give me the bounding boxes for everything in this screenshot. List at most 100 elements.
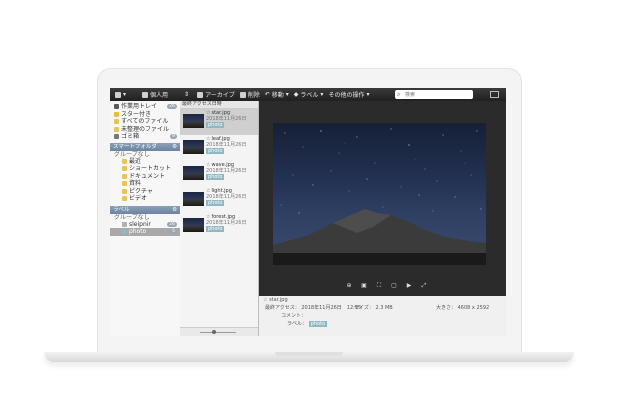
fit-icon[interactable]: ⛶ (375, 283, 383, 289)
sidebar-item-all-files[interactable]: すべてのファイル (110, 118, 180, 126)
sidebar-item-label-photo[interactable]: photo 5 (110, 228, 180, 236)
tag-icon (122, 221, 127, 227)
folder-icon (122, 158, 127, 164)
label-label: ラベル： (287, 321, 308, 327)
delete-button[interactable]: 削除 (239, 90, 260, 99)
folder-icon (122, 181, 127, 187)
image-viewer: ⊕ ▣ ⛶ ▢ ▶ ⤢ (259, 101, 506, 296)
file-info: ☆leaf.jpg 2018年11月26日 photo (206, 135, 246, 161)
sidebar-item-label: ピクチャ (129, 187, 153, 195)
move-label: 移動 (271, 92, 284, 99)
chevron-down-icon: ▾ (123, 91, 127, 98)
details-dims-row: 大きさ： 4608 x 2592 (436, 304, 489, 312)
file-item-light[interactable]: ☆light.jpg 2018年11月26日 photo (180, 187, 258, 213)
file-item-leaf[interactable]: ☆leaf.jpg 2018年11月26日 photo (180, 135, 258, 161)
zoom-slider-handle[interactable] (212, 330, 216, 334)
tag-icon (122, 229, 127, 235)
actual-size-icon[interactable]: ▣ (360, 283, 368, 289)
sidebar-item-unsorted[interactable]: 未整理のファイル (110, 126, 180, 134)
fullscreen-icon[interactable]: ⤢ (420, 283, 428, 289)
archive-label: アーカイブ (205, 92, 235, 99)
search-input[interactable] (403, 90, 473, 99)
sidebar-item-label: 未整理のファイル (121, 125, 170, 133)
gear-icon[interactable]: ⚙ (172, 206, 177, 214)
file-info: ☆star.jpg 2018年11月26日 photo (206, 109, 246, 135)
thumbnail (183, 192, 204, 206)
other-actions-label: その他の操作 (328, 92, 365, 99)
sidebar-item-label: 作業用トレイ (121, 103, 158, 110)
chevron-icon: ⇕ (184, 91, 190, 98)
file-item-forest[interactable]: ☆forest.jpg 2018年11月26日 photo (180, 213, 258, 239)
sidebar-item-label: photo (129, 228, 147, 235)
details-filename: star.jpg (269, 297, 288, 303)
file-item-star[interactable]: ☆star.jpg 2018年11月26日 photo (180, 109, 258, 135)
sidebar-item-video[interactable]: ビデオ (110, 195, 180, 203)
zoom-icon[interactable]: ⊕ (345, 283, 353, 289)
group-none-header: グループなし (114, 213, 150, 221)
move-button[interactable]: ↶ 移動 ▾ (265, 90, 289, 99)
sidebar-item-tray[interactable]: 作業用トレイ 26 (110, 103, 180, 111)
gear-icon[interactable]: ⚙ (172, 143, 177, 151)
file-list: 最終アクセス日時 ☆star.jpg 2018年11月26日 photo ☆le… (180, 101, 259, 336)
toolbar: ▾ 個人用 ⇕ アーカイブ 削除 ↶ 移動 ▾ ◆ ラベル ▾ その他の操作 ▾ (110, 88, 506, 101)
folder-icon (122, 196, 127, 202)
zoom-slider-track[interactable] (200, 332, 236, 333)
layout-toggle-icon[interactable] (490, 91, 499, 98)
starry-mountain-image (273, 128, 486, 265)
sidebar-item-label: sleipnir (129, 220, 151, 228)
sidebar: 作業用トレイ 26 スター付き すべてのファイル 未整理のファイル ゴミ箱 9 … (110, 101, 181, 336)
file-tag: photo (206, 174, 225, 180)
trash-icon (114, 134, 119, 140)
sidebar-item-label: ショートカット (129, 165, 172, 172)
access-value: 2018年11月26日 12:15 (301, 305, 362, 311)
label-header[interactable]: ラベル ⚙ (110, 205, 180, 214)
sidebar-item-label: すべてのファイル (121, 118, 169, 125)
sidebar-item-label: 最近 (129, 157, 142, 165)
file-tag: photo (206, 148, 225, 154)
archive-button[interactable]: アーカイブ (197, 90, 235, 99)
preview-image (273, 123, 486, 265)
sidebar-item-label-sleipnir[interactable]: sleipnir 26 (110, 221, 180, 229)
tray-icon (114, 104, 119, 110)
file-item-wave[interactable]: ☆wave.jpg 2018年11月26日 photo (180, 161, 258, 187)
thumbnail (183, 218, 204, 232)
other-actions-button[interactable]: その他の操作 ▾ (328, 90, 369, 99)
sidebar-item-recent[interactable]: 最近 (110, 158, 180, 166)
delete-label: 削除 (247, 92, 260, 99)
star-icon[interactable]: ☆ (263, 297, 267, 303)
folder-icon (122, 166, 127, 172)
archive-icon (197, 91, 204, 98)
workspace-icon (142, 91, 149, 98)
label-tag[interactable]: photo (308, 321, 328, 327)
sidebar-item-trash[interactable]: ゴミ箱 9 (110, 133, 180, 141)
workspace-selector[interactable]: 個人用 ⇕ (142, 90, 189, 99)
dims-value: 4608 x 2592 (457, 305, 490, 311)
details-access-row: 最終アクセス： 2018年11月26日 12:15 (265, 304, 361, 312)
rotate-icon[interactable]: ▢ (390, 283, 398, 289)
sidebar-item-starred[interactable]: スター付き (110, 111, 180, 119)
search-box[interactable]: ⌕ (395, 90, 473, 99)
smart-folder-header[interactable]: スマートフォルダ ⚙ (110, 142, 180, 151)
smart-folder-title: スマートフォルダ (113, 143, 157, 150)
app-menu-button[interactable]: ▾ (115, 91, 126, 98)
sidebar-item-material[interactable]: 資料 (110, 180, 180, 188)
file-info: ☆forest.jpg 2018年11月26日 photo (206, 213, 246, 239)
label-section-title: ラベル (113, 206, 130, 213)
sidebar-item-label: スター付き (121, 110, 152, 118)
sidebar-item-picture[interactable]: ピクチャ (110, 188, 180, 196)
tag-icon: ◆ (293, 91, 299, 98)
label-button[interactable]: ◆ ラベル ▾ (294, 90, 324, 99)
details-comment-row[interactable]: コメント： (281, 312, 306, 320)
sort-header[interactable]: 最終アクセス日時 (180, 101, 258, 109)
file-info: ☆light.jpg 2018年11月26日 photo (206, 187, 246, 213)
sidebar-item-document[interactable]: ドキュメント (110, 173, 180, 181)
sidebar-item-label: 資料 (129, 180, 142, 187)
slideshow-icon[interactable]: ▶ (405, 283, 413, 289)
move-arrow-icon: ↶ (264, 91, 270, 98)
sidebar-item-label: ビデオ (129, 195, 148, 202)
details-filename-row: ☆ star.jpg (263, 296, 288, 304)
access-label: 最終アクセス： (265, 305, 300, 311)
group-none-header: グループなし (114, 150, 150, 158)
details-size-row: サイズ： 2.3 MB (354, 304, 393, 312)
sidebar-item-shortcut[interactable]: ショートカット (110, 165, 180, 173)
